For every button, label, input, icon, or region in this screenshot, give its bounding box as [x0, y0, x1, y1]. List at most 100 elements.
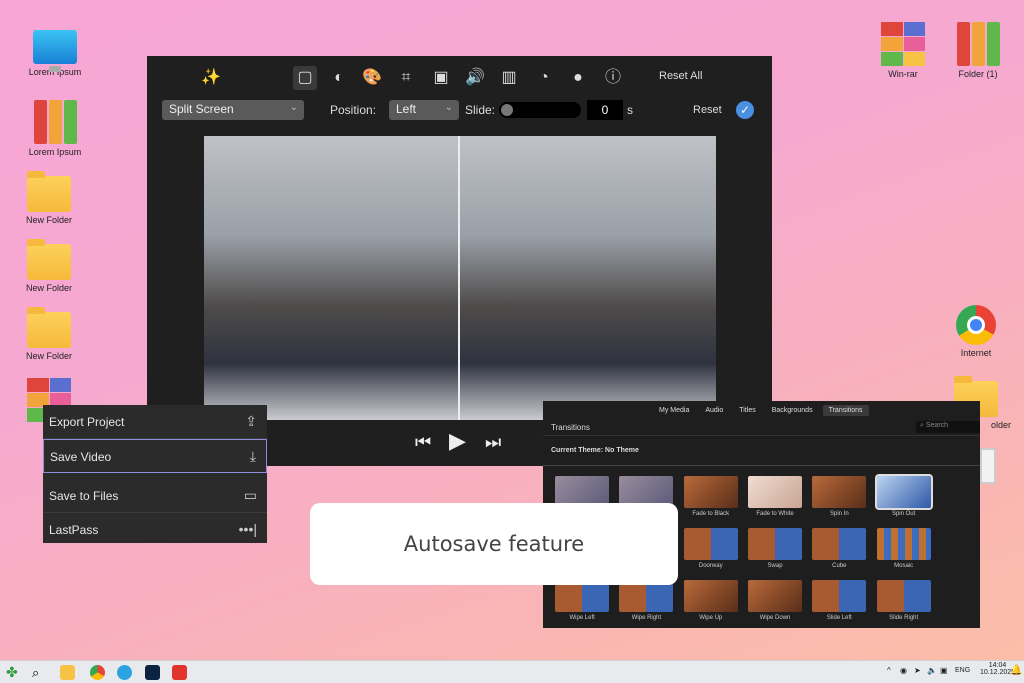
transition-item[interactable]: Mosaic — [871, 528, 935, 572]
transition-label: Swap — [767, 563, 783, 569]
tab-transitions[interactable]: Transitions — [822, 405, 869, 416]
transition-item[interactable]: Doorway — [679, 528, 743, 572]
desktop-icon[interactable]: New Folder — [14, 170, 84, 225]
transition-label: Slide Left — [826, 615, 852, 621]
photoshop-icon[interactable] — [145, 665, 160, 680]
transition-label: Fade to Black — [692, 511, 730, 517]
split-screen-icon[interactable]: ▢ — [293, 66, 317, 90]
tray-chevron-icon[interactable]: ^ — [887, 666, 891, 675]
position-dropdown[interactable]: Left ⌄ — [389, 100, 459, 120]
transition-item[interactable]: Slide Left — [807, 580, 871, 624]
folder-icon — [27, 307, 71, 348]
menu-label: Save Video — [50, 450, 112, 464]
color-balance-icon[interactable]: ◐ — [327, 66, 351, 90]
notification-bell-icon[interactable]: 🔔 — [1010, 665, 1022, 676]
transition-item[interactable]: Wipe Down — [743, 580, 807, 624]
language-indicator[interactable]: ENG — [955, 667, 970, 674]
reset-all-button[interactable]: Reset All — [659, 70, 702, 82]
mode-value: Split Screen — [169, 102, 234, 116]
slide-slider[interactable] — [499, 102, 581, 118]
desktop-icon[interactable]: Lorem Ipsum — [20, 30, 90, 77]
desktop-icon[interactable]: New Folder — [14, 238, 84, 293]
send-icon[interactable]: ➤ — [914, 666, 921, 675]
desktop-icon[interactable]: Win-rar — [868, 22, 938, 79]
desktop-icon-label: New Folder — [25, 215, 72, 225]
transition-label: Cube — [832, 563, 847, 569]
tab-audio[interactable]: Audio — [699, 405, 729, 416]
telegram-icon[interactable] — [117, 665, 132, 680]
desktop-icon[interactable]: New Folder — [14, 306, 84, 361]
transition-label: Fade to White — [756, 511, 794, 517]
palette-icon[interactable]: 🎨 — [360, 66, 384, 90]
monitor-icon[interactable]: ▣ — [940, 666, 948, 675]
transition-thumbnail — [812, 580, 867, 612]
skip-back-icon[interactable]: ⏮ — [415, 432, 431, 453]
transition-thumbnail — [812, 528, 867, 560]
magic-wand-icon[interactable]: ✨ — [199, 66, 223, 90]
position-label: Position: — [330, 103, 377, 117]
equalizer-icon[interactable]: ▥ — [497, 66, 521, 90]
mode-dropdown[interactable]: Split Screen ⌄ — [162, 100, 304, 120]
chevron-down-icon: ⌄ — [289, 102, 298, 113]
search-input[interactable]: ⌕ Search — [916, 421, 980, 433]
transition-item[interactable]: Slide Right — [871, 580, 935, 624]
menu-item-lastpass[interactable]: LastPass •••| — [43, 513, 267, 547]
file-explorer-icon[interactable] — [60, 665, 75, 680]
desktop-icon[interactable]: Lorem Ipsum — [20, 100, 90, 157]
tab-my-media[interactable]: My Media — [653, 405, 695, 416]
crop-icon[interactable]: ⌗ — [394, 66, 418, 90]
desktop-icon-label: Win-rar — [888, 69, 918, 79]
transition-item[interactable]: Cube — [807, 528, 871, 572]
share-icon: ⇪ — [245, 413, 257, 429]
play-icon[interactable]: ▶ — [449, 428, 466, 454]
reset-button[interactable]: Reset — [693, 104, 722, 116]
transition-item[interactable]: Spin Out — [871, 474, 935, 520]
tab-backgrounds[interactable]: Backgrounds — [766, 405, 819, 416]
desktop-icon[interactable]: Internet — [941, 305, 1011, 358]
transition-item[interactable]: Wipe Up — [679, 580, 743, 624]
info-icon[interactable]: ⓘ — [601, 66, 625, 90]
desktop-icon-label: New Folder — [25, 351, 72, 361]
slide-value-input[interactable]: 0 — [587, 100, 623, 120]
checkmark-icon[interactable]: ✓ — [736, 101, 754, 119]
transition-item[interactable]: Fade to White — [743, 476, 807, 520]
search-placeholder: Search — [925, 422, 949, 429]
transition-thumbnail — [748, 476, 803, 508]
transition-thumbnail — [748, 528, 803, 560]
desktop-icon-label: Lorem Ipsum — [28, 147, 82, 157]
transition-item[interactable]: Spin In — [807, 476, 871, 520]
chrome-icon[interactable] — [90, 665, 105, 680]
app-icon[interactable] — [172, 665, 187, 680]
stabilize-icon[interactable]: ▣ — [429, 66, 453, 90]
transition-label: Mosaic — [894, 563, 914, 569]
transition-item[interactable]: Wipe Right — [614, 580, 678, 624]
transition-thumbnail — [876, 580, 931, 612]
transition-item[interactable]: Wipe Left — [550, 580, 614, 624]
trash-icon — [980, 448, 996, 484]
split-divider[interactable] — [458, 136, 460, 420]
transition-label: Doorway — [698, 563, 723, 569]
skip-forward-icon[interactable]: ⏭ — [485, 432, 501, 453]
volume-icon[interactable]: 🔈 — [927, 666, 937, 675]
transition-thumbnail — [748, 580, 803, 612]
desktop-icon[interactable]: Folder (1) — [943, 22, 1013, 79]
menu-item-save-to-files[interactable]: Save to Files ▭ — [43, 479, 267, 513]
transition-label: Wipe Left — [569, 615, 595, 621]
transition-item[interactable]: Fade to Black — [679, 476, 743, 520]
tab-titles[interactable]: Titles — [733, 405, 761, 416]
transition-thumbnail — [876, 528, 931, 560]
menu-item-save-video[interactable]: Save Video ⤓ — [43, 439, 267, 473]
volume-icon[interactable]: 🔊 — [463, 66, 487, 90]
transition-thumbnail — [812, 476, 867, 508]
start-icon[interactable]: ✤ — [6, 665, 21, 680]
slider-thumb[interactable] — [501, 104, 513, 116]
transition-label: Slide Right — [889, 615, 919, 621]
menu-item-export-project[interactable]: Export Project ⇪ — [43, 405, 267, 439]
menu-label: LastPass — [49, 523, 99, 537]
filter-icon[interactable]: ● — [566, 66, 590, 90]
network-icon[interactable]: ◉ — [900, 666, 907, 675]
transition-thumbnail — [683, 476, 738, 508]
search-icon[interactable]: ⌕ — [32, 665, 47, 680]
transition-item[interactable]: Swap — [743, 528, 807, 572]
speed-icon[interactable]: ◔ — [532, 66, 556, 90]
